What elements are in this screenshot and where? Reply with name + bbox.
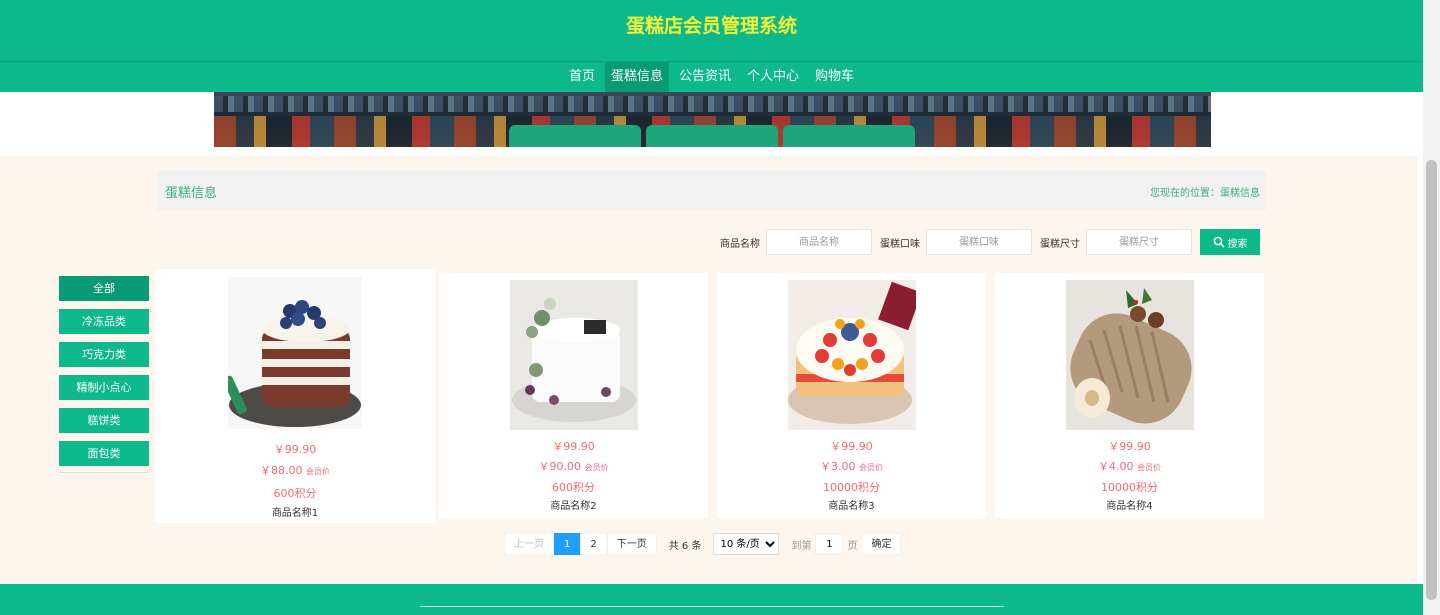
category-frozen[interactable]: 冷冻品类 xyxy=(59,309,149,334)
product-name: 商品名称3 xyxy=(828,501,875,512)
product-image-berry-naked-cake xyxy=(228,277,362,429)
name-input[interactable] xyxy=(766,229,872,255)
flavor-input[interactable] xyxy=(926,229,1032,255)
main-nav: 首页 蛋糕信息 公告资讯 个人中心 购物车 xyxy=(0,61,1423,92)
goto-confirm-button[interactable]: 确定 xyxy=(861,533,902,555)
pagination: 上一页 1 2 下一页 共 6 条 10 条/页 到第 页 确定 xyxy=(504,533,902,555)
total-count: 共 6 条 xyxy=(668,540,702,552)
nav-news[interactable]: 公告资讯 xyxy=(673,62,737,92)
banner-tab[interactable] xyxy=(646,125,778,147)
banner-tab[interactable] xyxy=(509,125,641,147)
search-button-label: 搜索 xyxy=(1227,238,1248,250)
product-card[interactable]: ￥99.90 ￥90.00 会员价 600积分 商品名称2 xyxy=(439,273,708,518)
member-price: ￥4.00 会员价 xyxy=(1098,460,1161,473)
current-location: 您现在的位置：蛋糕信息 xyxy=(1150,188,1260,199)
product-card[interactable]: ￥99.90 ￥3.00 会员价 10000积分 商品名称3 xyxy=(717,273,986,518)
product-card[interactable]: ￥99.90 ￥88.00 会员价 600积分 商品名称1 xyxy=(155,269,435,523)
category-all[interactable]: 全部 xyxy=(59,276,149,301)
nav-cart[interactable]: 购物车 xyxy=(809,62,860,92)
next-page-button[interactable]: 下一页 xyxy=(606,533,657,555)
search-icon xyxy=(1213,236,1225,248)
goto-page-input[interactable] xyxy=(815,533,844,555)
product-price: ￥99.90 xyxy=(1108,440,1151,453)
category-cake[interactable]: 糕饼类 xyxy=(59,408,149,433)
nav-cake-info[interactable]: 蛋糕信息 xyxy=(604,62,669,92)
size-input[interactable] xyxy=(1086,229,1192,255)
page-unit-label: 页 xyxy=(847,540,858,552)
name-label: 商品名称 xyxy=(720,238,760,250)
goto-label: 到第 xyxy=(791,540,812,552)
product-price: ￥99.90 xyxy=(273,443,317,456)
footer-divider xyxy=(420,606,1004,607)
product-points: 600积分 xyxy=(552,481,595,494)
category-pastry[interactable]: 精制小点心 xyxy=(59,375,149,400)
banner-image-band xyxy=(214,96,1211,112)
flavor-label: 蛋糕口味 xyxy=(880,238,920,250)
member-price: ￥3.00 会员价 xyxy=(820,460,883,473)
page-button-2[interactable]: 2 xyxy=(580,533,607,555)
product-image-chestnut-roll-cake xyxy=(1065,280,1194,430)
product-name: 商品名称2 xyxy=(550,501,597,512)
page-scrollbar[interactable] xyxy=(1423,0,1440,615)
banner-carousel[interactable] xyxy=(214,92,1211,147)
scrollbar-thumb[interactable] xyxy=(1426,160,1437,600)
size-label: 蛋糕尺寸 xyxy=(1040,238,1080,250)
product-card[interactable]: ￥99.90 ￥4.00 会员价 10000积分 商品名称4 xyxy=(995,273,1264,518)
site-header: 蛋糕店会员管理系统 xyxy=(0,0,1423,61)
nav-home[interactable]: 首页 xyxy=(563,62,601,92)
page-size-select[interactable]: 10 条/页 xyxy=(713,533,780,555)
search-button[interactable]: 搜索 xyxy=(1200,229,1260,255)
member-price: ￥88.00 会员价 xyxy=(260,464,330,477)
member-price: ￥90.00 会员价 xyxy=(538,460,609,473)
prev-page-button[interactable]: 上一页 xyxy=(504,533,554,555)
product-image-white-floral-cake xyxy=(509,280,638,430)
site-title: 蛋糕店会员管理系统 xyxy=(625,15,797,37)
category-chocolate[interactable]: 巧克力类 xyxy=(59,342,149,367)
product-name: 商品名称4 xyxy=(1106,501,1153,512)
product-points: 600积分 xyxy=(273,487,317,500)
product-points: 10000积分 xyxy=(823,481,880,494)
category-divider xyxy=(59,472,149,473)
site-footer xyxy=(0,584,1423,615)
category-bread[interactable]: 面包类 xyxy=(59,441,149,466)
main-content: 蛋糕信息 您现在的位置：蛋糕信息 商品名称 蛋糕口味 蛋糕尺寸 搜索 全部 冷冻… xyxy=(0,156,1418,584)
product-price: ￥99.90 xyxy=(830,440,873,453)
product-price: ￥99.90 xyxy=(552,440,595,453)
product-image-fruit-cake xyxy=(787,280,916,430)
search-bar: 商品名称 蛋糕口味 蛋糕尺寸 搜索 xyxy=(712,229,1260,255)
category-list: 全部 冷冻品类 巧克力类 精制小点心 糕饼类 面包类 xyxy=(59,276,149,473)
page-title: 蛋糕信息 xyxy=(165,186,218,201)
product-points: 10000积分 xyxy=(1101,481,1158,494)
page-button-1[interactable]: 1 xyxy=(554,533,581,555)
breadcrumb: 蛋糕信息 您现在的位置：蛋糕信息 xyxy=(157,171,1266,210)
nav-profile[interactable]: 个人中心 xyxy=(741,62,805,92)
product-name: 商品名称1 xyxy=(271,508,319,519)
banner-tab[interactable] xyxy=(783,125,915,147)
